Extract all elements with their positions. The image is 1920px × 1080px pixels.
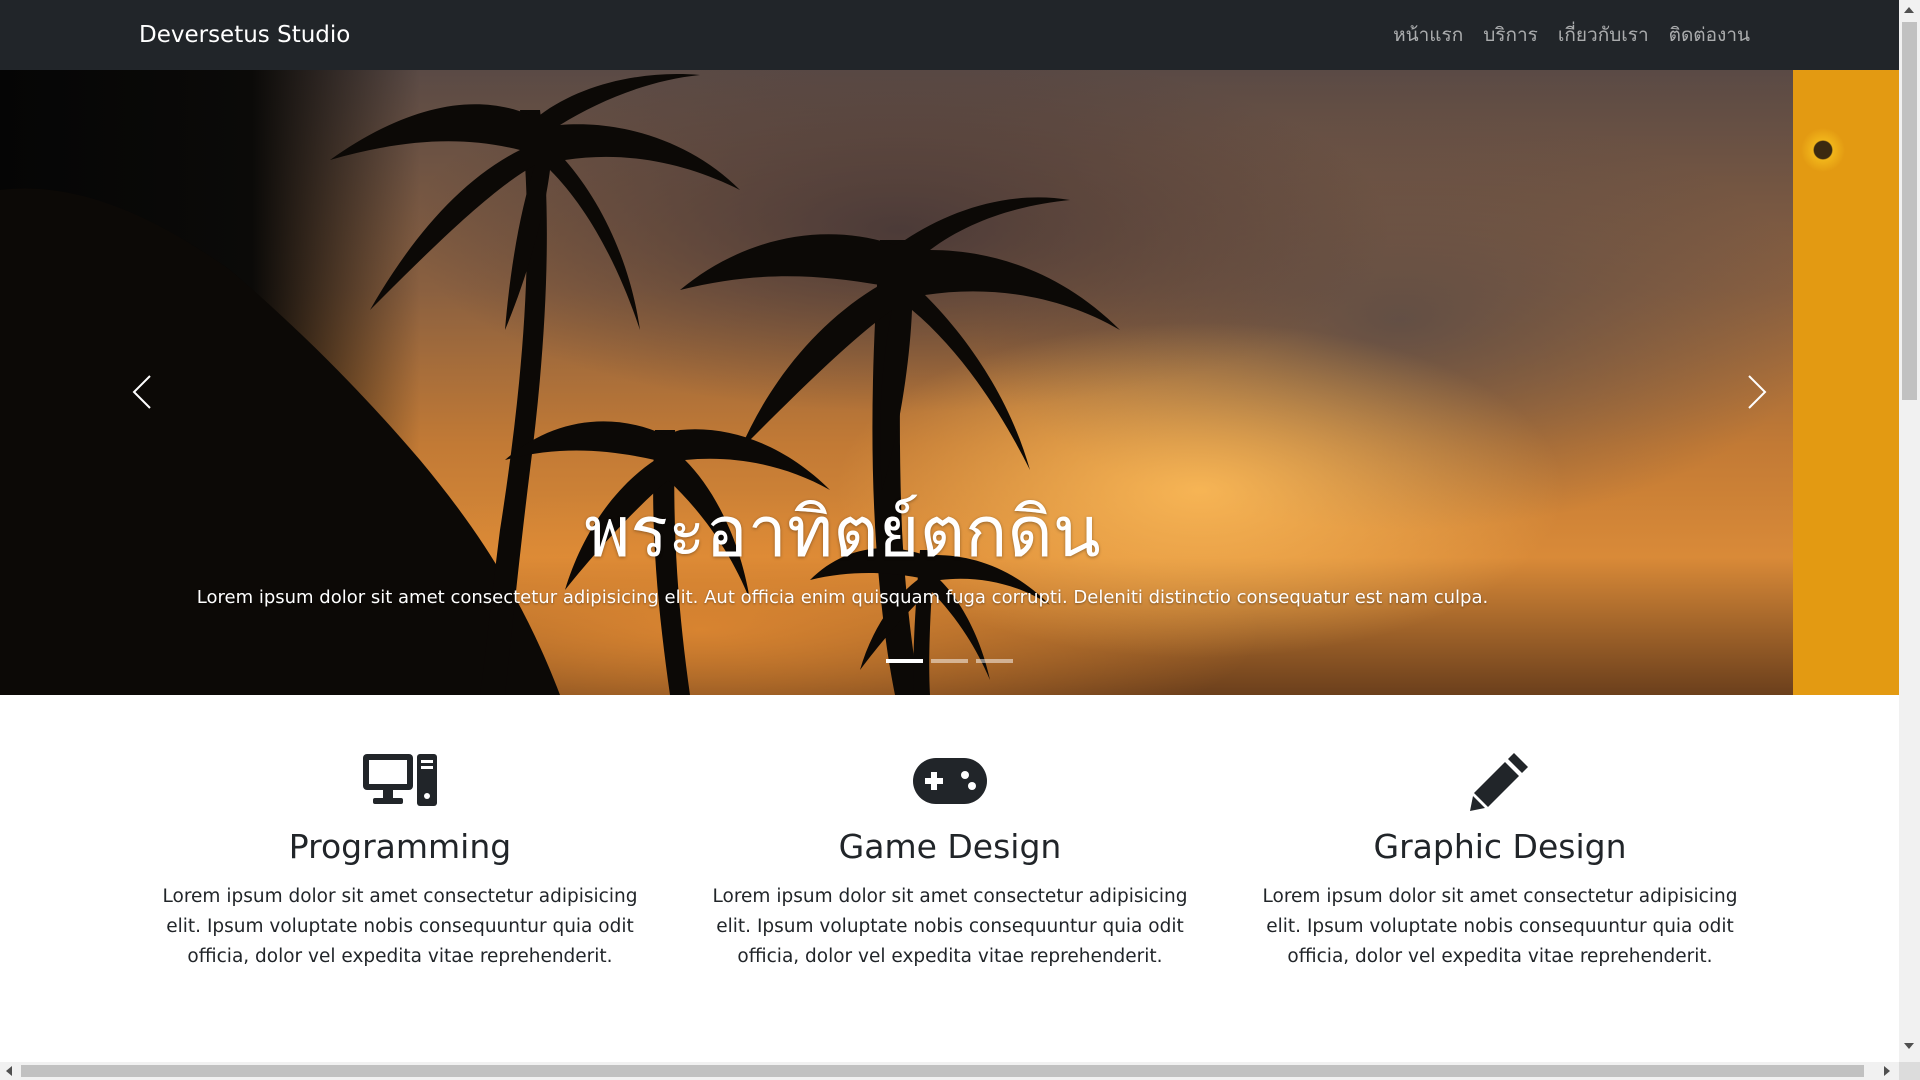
service-description: Lorem ipsum dolor sit amet consectetur a… bbox=[712, 886, 1188, 967]
chevron-right-icon bbox=[1748, 375, 1767, 409]
horizontal-scrollbar[interactable] bbox=[0, 1062, 1899, 1080]
scrollbar-corner bbox=[1899, 1062, 1920, 1080]
gamepad-icon bbox=[675, 746, 1225, 816]
scroll-left-arrow-icon[interactable] bbox=[6, 1066, 12, 1076]
nav-links: หน้าแรก บริการ เกี่ยวกับเรา ติดต่องาน bbox=[1393, 0, 1750, 70]
scroll-down-arrow-icon[interactable] bbox=[1904, 1043, 1914, 1049]
service-card-programming: Programming Lorem ipsum dolor sit amet c… bbox=[125, 746, 675, 972]
carousel-indicator-2[interactable] bbox=[931, 659, 968, 663]
services-section: Programming Lorem ipsum dolor sit amet c… bbox=[125, 746, 1775, 972]
hero-carousel: พระอาทิตย์ตกดิน Lorem ipsum dolor sit am… bbox=[0, 70, 1899, 695]
brand-logo-text[interactable]: Deversetus Studio bbox=[139, 0, 350, 70]
service-title: Programming bbox=[288, 827, 512, 866]
chevron-left-icon bbox=[132, 375, 151, 409]
desktop-computer-icon bbox=[125, 746, 675, 816]
carousel-slide-sunflowers-peek bbox=[1793, 70, 1899, 695]
vertical-scrollbar[interactable] bbox=[1899, 0, 1920, 1062]
service-description: Lorem ipsum dolor sit amet consectetur a… bbox=[1262, 886, 1738, 967]
carousel-caption-text: Lorem ipsum dolor sit amet consectetur a… bbox=[196, 587, 1489, 608]
carousel-indicators bbox=[886, 659, 1013, 663]
service-title: Game Design bbox=[838, 827, 1062, 866]
carousel-caption-title: พระอาทิตย์ตกดิน bbox=[584, 491, 1101, 573]
horizontal-scroll-thumb[interactable] bbox=[21, 1065, 1864, 1077]
scroll-up-arrow-icon[interactable] bbox=[1904, 7, 1914, 13]
nav-link-services[interactable]: บริการ bbox=[1483, 20, 1538, 50]
service-card-game-design: Game Design Lorem ipsum dolor sit amet c… bbox=[675, 746, 1225, 972]
nav-link-contact[interactable]: ติดต่องาน bbox=[1669, 20, 1750, 50]
carousel-next-button[interactable] bbox=[1737, 362, 1777, 422]
vertical-scroll-thumb[interactable] bbox=[1902, 22, 1917, 400]
carousel-indicator-1[interactable] bbox=[886, 659, 923, 663]
service-title: Graphic Design bbox=[1373, 827, 1627, 866]
scroll-right-arrow-icon[interactable] bbox=[1884, 1066, 1890, 1076]
pencil-icon bbox=[1225, 746, 1775, 816]
service-card-graphic-design: Graphic Design Lorem ipsum dolor sit ame… bbox=[1225, 746, 1775, 972]
service-description: Lorem ipsum dolor sit amet consectetur a… bbox=[162, 886, 638, 967]
carousel-prev-button[interactable] bbox=[122, 362, 162, 422]
navbar: Deversetus Studio หน้าแรก บริการ เกี่ยวก… bbox=[0, 0, 1899, 70]
nav-link-home[interactable]: หน้าแรก bbox=[1393, 20, 1463, 50]
carousel-indicator-3[interactable] bbox=[976, 659, 1013, 663]
nav-link-about[interactable]: เกี่ยวกับเรา bbox=[1558, 20, 1649, 50]
